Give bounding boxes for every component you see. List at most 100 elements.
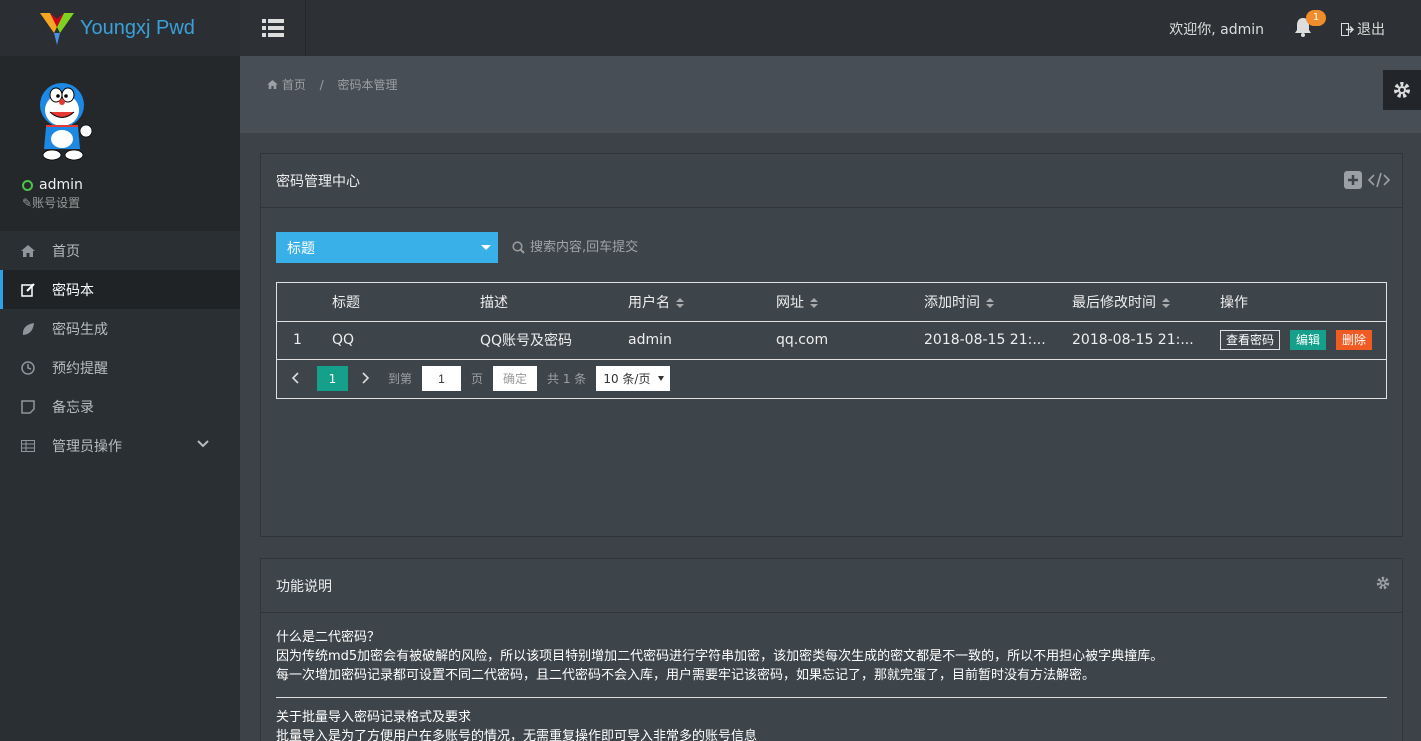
logout-icon: [1341, 22, 1354, 36]
caret-down-icon: [481, 245, 491, 250]
chevron-down-icon: [197, 440, 209, 448]
user-panel: admin ✎账号设置: [0, 56, 240, 231]
filter-select[interactable]: 标题: [276, 232, 498, 263]
cell-desc: QQ账号及密码: [480, 333, 573, 349]
cell-modified: 2018-08-15 21:...: [1072, 332, 1194, 348]
panel-header: 功能说明: [261, 559, 1402, 613]
filter-select-value: 标题: [287, 240, 315, 257]
logo-text: Youngxj Pwd: [80, 16, 195, 39]
page-size-select[interactable]: 10 条/页: [596, 366, 671, 391]
goto-confirm-button[interactable]: 确定: [493, 366, 538, 391]
panel-header: 密码管理中心: [261, 154, 1402, 208]
info-content: 什么是二代密码？ 因为传统md5加密会有被破解的风险，所以该项目特别增加二代密码…: [261, 613, 1402, 741]
column-header-modified-label: 最后修改时间: [1072, 294, 1156, 311]
column-header-desc: 描述: [480, 294, 508, 311]
sidebar: admin ✎账号设置 首页 密码本 密码生成 预约提醒 备忘录 管理员操作: [0, 56, 240, 741]
sidebar-item-label: 预约提醒: [52, 360, 108, 377]
breadcrumb-separator: /: [319, 78, 324, 92]
notification-badge: 1: [1306, 10, 1326, 26]
panel-tools: [1376, 576, 1390, 590]
cell-added: 2018-08-15 21:...: [924, 332, 1046, 348]
welcome-text: 欢迎你, admin: [1169, 22, 1264, 38]
pencil-icon: ✎: [22, 196, 33, 210]
cell-actions: 查看密码 编辑 删除: [1220, 321, 1386, 359]
user-name: admin: [22, 177, 83, 193]
sidebar-item-home[interactable]: 首页: [0, 231, 240, 270]
chevron-left-icon: [291, 372, 299, 384]
column-header-modified[interactable]: 最后修改时间: [1072, 283, 1220, 321]
cell-title: QQ: [332, 332, 355, 348]
sort-icon: [986, 297, 994, 308]
search-input[interactable]: [530, 240, 830, 255]
edit-button[interactable]: 编辑: [1290, 330, 1327, 350]
sidebar-item-reminder[interactable]: 预约提醒: [0, 348, 240, 387]
goto-label: 到第: [388, 372, 413, 386]
panel-tools: [1344, 171, 1390, 189]
column-header-url-label: 网址: [776, 294, 804, 311]
next-page-button[interactable]: [362, 369, 374, 388]
column-header-added-label: 添加时间: [924, 294, 980, 311]
table-row: 1 QQ QQ账号及密码 admin qq.com 2018-08-15 21:…: [277, 321, 1386, 359]
edit-icon: [20, 282, 36, 298]
clock-icon: [20, 360, 36, 376]
sidebar-item-admin[interactable]: 管理员操作: [0, 426, 240, 465]
search-field: [512, 240, 830, 255]
table-header-row: 标题 描述 用户名 网址 添加时间 最后修改时间 操作: [277, 283, 1386, 321]
delete-button[interactable]: 删除: [1336, 330, 1373, 350]
sort-icon: [676, 297, 684, 308]
column-header-url[interactable]: 网址: [776, 283, 924, 321]
page-unit-label: 页: [471, 372, 484, 386]
total-count: 共 1 条: [547, 372, 587, 386]
page-1-button[interactable]: 1: [317, 366, 348, 391]
sort-icon: [1162, 297, 1170, 308]
user-name-label: admin: [39, 177, 83, 193]
logout-button[interactable]: 退出: [1341, 19, 1385, 39]
info-paragraph-2: 每一次增加密码记录都可设置不同二代密码，且二代密码不会入库，用户需要牢记该密码，…: [276, 668, 1096, 683]
sidebar-item-password-generator[interactable]: 密码生成: [0, 309, 240, 348]
info-question-2: 关于批量导入密码记录格式及要求: [276, 710, 472, 725]
account-settings-link[interactable]: ✎账号设置: [22, 194, 80, 211]
column-header-title: 标题: [332, 294, 360, 311]
logo-icon: [40, 13, 74, 45]
column-header-actions: 操作: [1220, 294, 1248, 311]
cell-username: admin: [628, 332, 672, 348]
online-status-icon: [22, 179, 33, 191]
sidebar-item-label: 首页: [52, 243, 80, 260]
cell-index: 1: [293, 332, 302, 348]
panel-title: 功能说明: [276, 578, 332, 595]
sidebar-item-label: 密码生成: [52, 321, 108, 338]
column-header-added[interactable]: 添加时间: [924, 283, 1072, 321]
table-icon: [20, 438, 36, 454]
info-paragraph-3: 批量导入是为了方便用户在多账号的情况，无需重复操作即可导入非常多的账号信息: [276, 729, 758, 741]
view-password-button[interactable]: 查看密码: [1220, 330, 1281, 350]
logo[interactable]: Youngxj Pwd: [0, 0, 240, 56]
code-icon[interactable]: [1368, 171, 1390, 189]
sidebar-nav: 首页 密码本 密码生成 预约提醒 备忘录 管理员操作: [0, 231, 240, 465]
column-header-username[interactable]: 用户名: [628, 283, 776, 321]
info-paragraph-1: 因为传统md5加密会有被破解的风险，所以该项目特别增加二代密码进行字符串加密，该…: [276, 649, 1164, 664]
chevron-right-icon: [362, 372, 370, 384]
prev-page-button[interactable]: [291, 369, 303, 388]
home-icon: [20, 243, 36, 259]
search-icon: [512, 241, 525, 254]
settings-button[interactable]: [1383, 70, 1421, 110]
divider: [276, 697, 1387, 698]
gear-icon: [1394, 82, 1410, 98]
function-description-panel: 功能说明 什么是二代密码？ 因为传统md5加密会有被破解的风险，所以该项目特别增…: [260, 558, 1403, 741]
info-question-1: 什么是二代密码？: [276, 630, 381, 645]
sidebar-item-memo[interactable]: 备忘录: [0, 387, 240, 426]
sidebar-item-label: 密码本: [52, 282, 94, 299]
menu-toggle-button[interactable]: [240, 0, 306, 56]
top-bar: Youngxj Pwd 欢迎你, admin 1 退出: [0, 0, 1421, 56]
gear-icon[interactable]: [1376, 576, 1390, 590]
sidebar-item-password-book[interactable]: 密码本: [0, 270, 240, 309]
main-content: 首页 / 密码本管理 密码管理中心 标题 搜索内容,回车提交 标题 描述 用户名…: [240, 56, 1421, 741]
add-icon[interactable]: [1344, 171, 1362, 189]
password-table: 标题 描述 用户名 网址 添加时间 最后修改时间 操作 1 QQ QQ账号及密码…: [276, 282, 1387, 399]
avatar[interactable]: [34, 81, 96, 163]
breadcrumb-home[interactable]: 首页: [282, 78, 306, 92]
page-number-input[interactable]: [422, 366, 462, 391]
column-header-username-label: 用户名: [628, 294, 670, 311]
sidebar-item-label: 备忘录: [52, 399, 94, 416]
pagination: 1 到第 页 确定 共 1 条 10 条/页: [277, 360, 1386, 398]
